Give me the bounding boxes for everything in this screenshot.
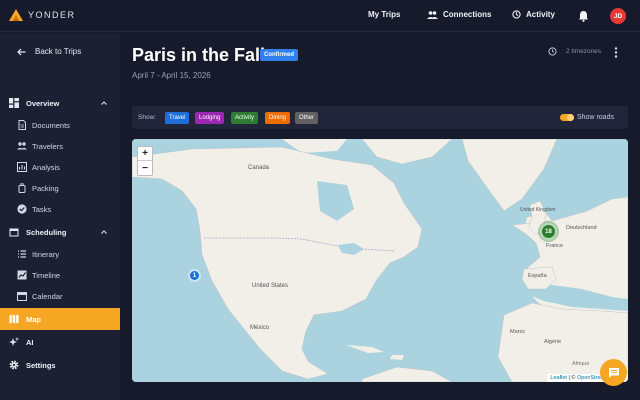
show-roads-label: Show roads xyxy=(577,114,614,121)
map-marker-cluster-paris[interactable]: 18 xyxy=(540,223,557,240)
bell-icon[interactable] xyxy=(578,10,589,22)
sidebar-item-settings-label: Settings xyxy=(26,360,56,370)
trip-dates: April 7 - April 15, 2026 xyxy=(132,71,211,80)
map-label-algerie: Algérie xyxy=(544,339,562,345)
sidebar-section-scheduling[interactable]: Scheduling xyxy=(0,222,120,242)
back-to-trips-link[interactable]: Back to Trips xyxy=(17,47,81,56)
sidebar: Back to Trips Overview Documents Travele… xyxy=(0,33,120,400)
people-icon xyxy=(17,142,27,150)
chevron-up-icon xyxy=(101,230,107,234)
nav-activity[interactable]: Activity xyxy=(512,10,555,19)
history-icon xyxy=(512,10,521,19)
sidebar-item-analysis-label: Analysis xyxy=(32,162,60,172)
sidebar-item-itinerary[interactable]: Itinerary xyxy=(0,244,120,264)
chat-fab-button[interactable] xyxy=(600,359,627,386)
nav-my-trips[interactable]: My Trips xyxy=(368,10,400,19)
main-content: Paris in the Fall Confirmed April 7 - Ap… xyxy=(120,33,640,400)
sidebar-item-map-label: Map xyxy=(26,314,41,324)
back-to-trips-label: Back to Trips xyxy=(35,47,82,56)
chat-icon xyxy=(608,367,619,378)
luggage-icon xyxy=(18,183,26,193)
map-label-united-kingdom: United Kingdom xyxy=(520,207,556,213)
sidebar-item-timeline[interactable]: Timeline xyxy=(0,265,120,285)
dashboard-icon xyxy=(9,98,19,108)
gear-icon xyxy=(9,360,19,370)
timezones-label: 2 timezones xyxy=(566,48,602,55)
clock-icon xyxy=(548,47,557,56)
map-icon xyxy=(9,314,19,324)
people-icon xyxy=(427,10,438,19)
zoom-in-button[interactable]: + xyxy=(138,147,152,161)
nav-activity-label: Activity xyxy=(526,10,555,19)
map-marker-cluster-california[interactable]: 1 xyxy=(188,269,201,282)
leaflet-link[interactable]: Leaflet xyxy=(550,375,567,381)
sidebar-item-calendar-label: Calendar xyxy=(32,291,63,301)
map-label-united-states: United States xyxy=(252,283,289,289)
top-navigation-bar: YONDER My Trips Connections Activity JD xyxy=(0,0,640,32)
filter-chip-other[interactable]: Other xyxy=(295,112,319,124)
map-zoom-control: + − xyxy=(137,146,153,176)
nav-connections[interactable]: Connections xyxy=(427,10,491,19)
brand-logo[interactable]: YONDER xyxy=(9,9,76,21)
calendar-icon xyxy=(9,228,19,237)
brand-name: YONDER xyxy=(28,10,76,20)
document-icon xyxy=(18,120,26,130)
sidebar-item-tasks-label: Tasks xyxy=(32,204,52,214)
arrow-left-icon xyxy=(17,48,26,55)
map-tiles xyxy=(132,139,628,382)
attribution-separator: | © xyxy=(568,375,576,381)
sidebar-item-itinerary-label: Itinerary xyxy=(32,249,60,259)
calendar-icon xyxy=(17,292,27,301)
filter-chip-activity[interactable]: Activity xyxy=(231,112,259,124)
map-label-deutschland: Deutschland xyxy=(566,225,597,231)
marker-count-label: 1 xyxy=(192,272,197,279)
mountain-logo-icon xyxy=(9,9,23,21)
sidebar-item-calendar[interactable]: Calendar xyxy=(0,286,120,306)
chevron-up-icon xyxy=(101,101,107,105)
sidebar-item-timeline-label: Timeline xyxy=(32,270,61,280)
sidebar-item-tasks[interactable]: Tasks xyxy=(0,199,120,219)
sidebar-item-packing-label: Packing xyxy=(32,183,59,193)
zoom-out-button[interactable]: − xyxy=(138,161,152,175)
map-label-mexico: México xyxy=(250,325,270,331)
map-label-france: France xyxy=(546,243,564,249)
sidebar-item-documents[interactable]: Documents xyxy=(0,115,120,135)
sidebar-item-travelers-label: Travelers xyxy=(32,141,63,151)
map-label-canada: Canada xyxy=(248,165,270,171)
filter-bar: Show: Travel Lodging Activity Dining Oth… xyxy=(132,106,628,129)
user-avatar[interactable]: JD xyxy=(610,8,626,24)
sidebar-item-travelers[interactable]: Travelers xyxy=(0,136,120,156)
map-label-espana: España xyxy=(528,273,547,279)
chart-icon xyxy=(17,162,27,172)
filter-chip-lodging[interactable]: Lodging xyxy=(195,112,225,124)
sidebar-item-packing[interactable]: Packing xyxy=(0,178,120,198)
trip-title: Paris in the Fall xyxy=(132,45,266,65)
filter-chip-travel[interactable]: Travel xyxy=(165,112,190,124)
check-circle-icon xyxy=(17,204,27,214)
map-label-africa: Afrique xyxy=(572,361,590,367)
nav-my-trips-label: My Trips xyxy=(368,10,401,19)
status-badge: Confirmed xyxy=(260,49,298,61)
nav-connections-label: Connections xyxy=(443,10,492,19)
sidebar-item-documents-label: Documents xyxy=(32,120,70,130)
sidebar-section-overview[interactable]: Overview xyxy=(0,93,120,113)
sidebar-section-overview-label: Overview xyxy=(26,98,60,108)
timeline-icon xyxy=(17,270,27,280)
trip-map[interactable]: Canada United States México United Kingd… xyxy=(132,139,628,382)
filter-chip-dining[interactable]: Dining xyxy=(265,112,291,124)
sparkle-icon xyxy=(9,337,19,346)
sidebar-item-ai-label: AI xyxy=(26,337,34,347)
sidebar-item-ai[interactable]: AI xyxy=(0,332,120,352)
sidebar-section-scheduling-label: Scheduling xyxy=(26,227,67,237)
sidebar-item-map[interactable]: Map xyxy=(0,308,120,330)
map-label-maroc: Maroc xyxy=(510,329,526,335)
sidebar-item-settings[interactable]: Settings xyxy=(0,355,120,375)
timezones-indicator[interactable]: 2 timezones xyxy=(548,47,601,56)
more-vert-icon[interactable] xyxy=(614,47,618,58)
marker-count-label: 18 xyxy=(545,228,552,235)
filter-show-label: Show: xyxy=(138,114,157,121)
list-icon xyxy=(18,250,26,258)
show-roads-toggle[interactable] xyxy=(560,114,574,121)
sidebar-item-analysis[interactable]: Analysis xyxy=(0,157,120,177)
